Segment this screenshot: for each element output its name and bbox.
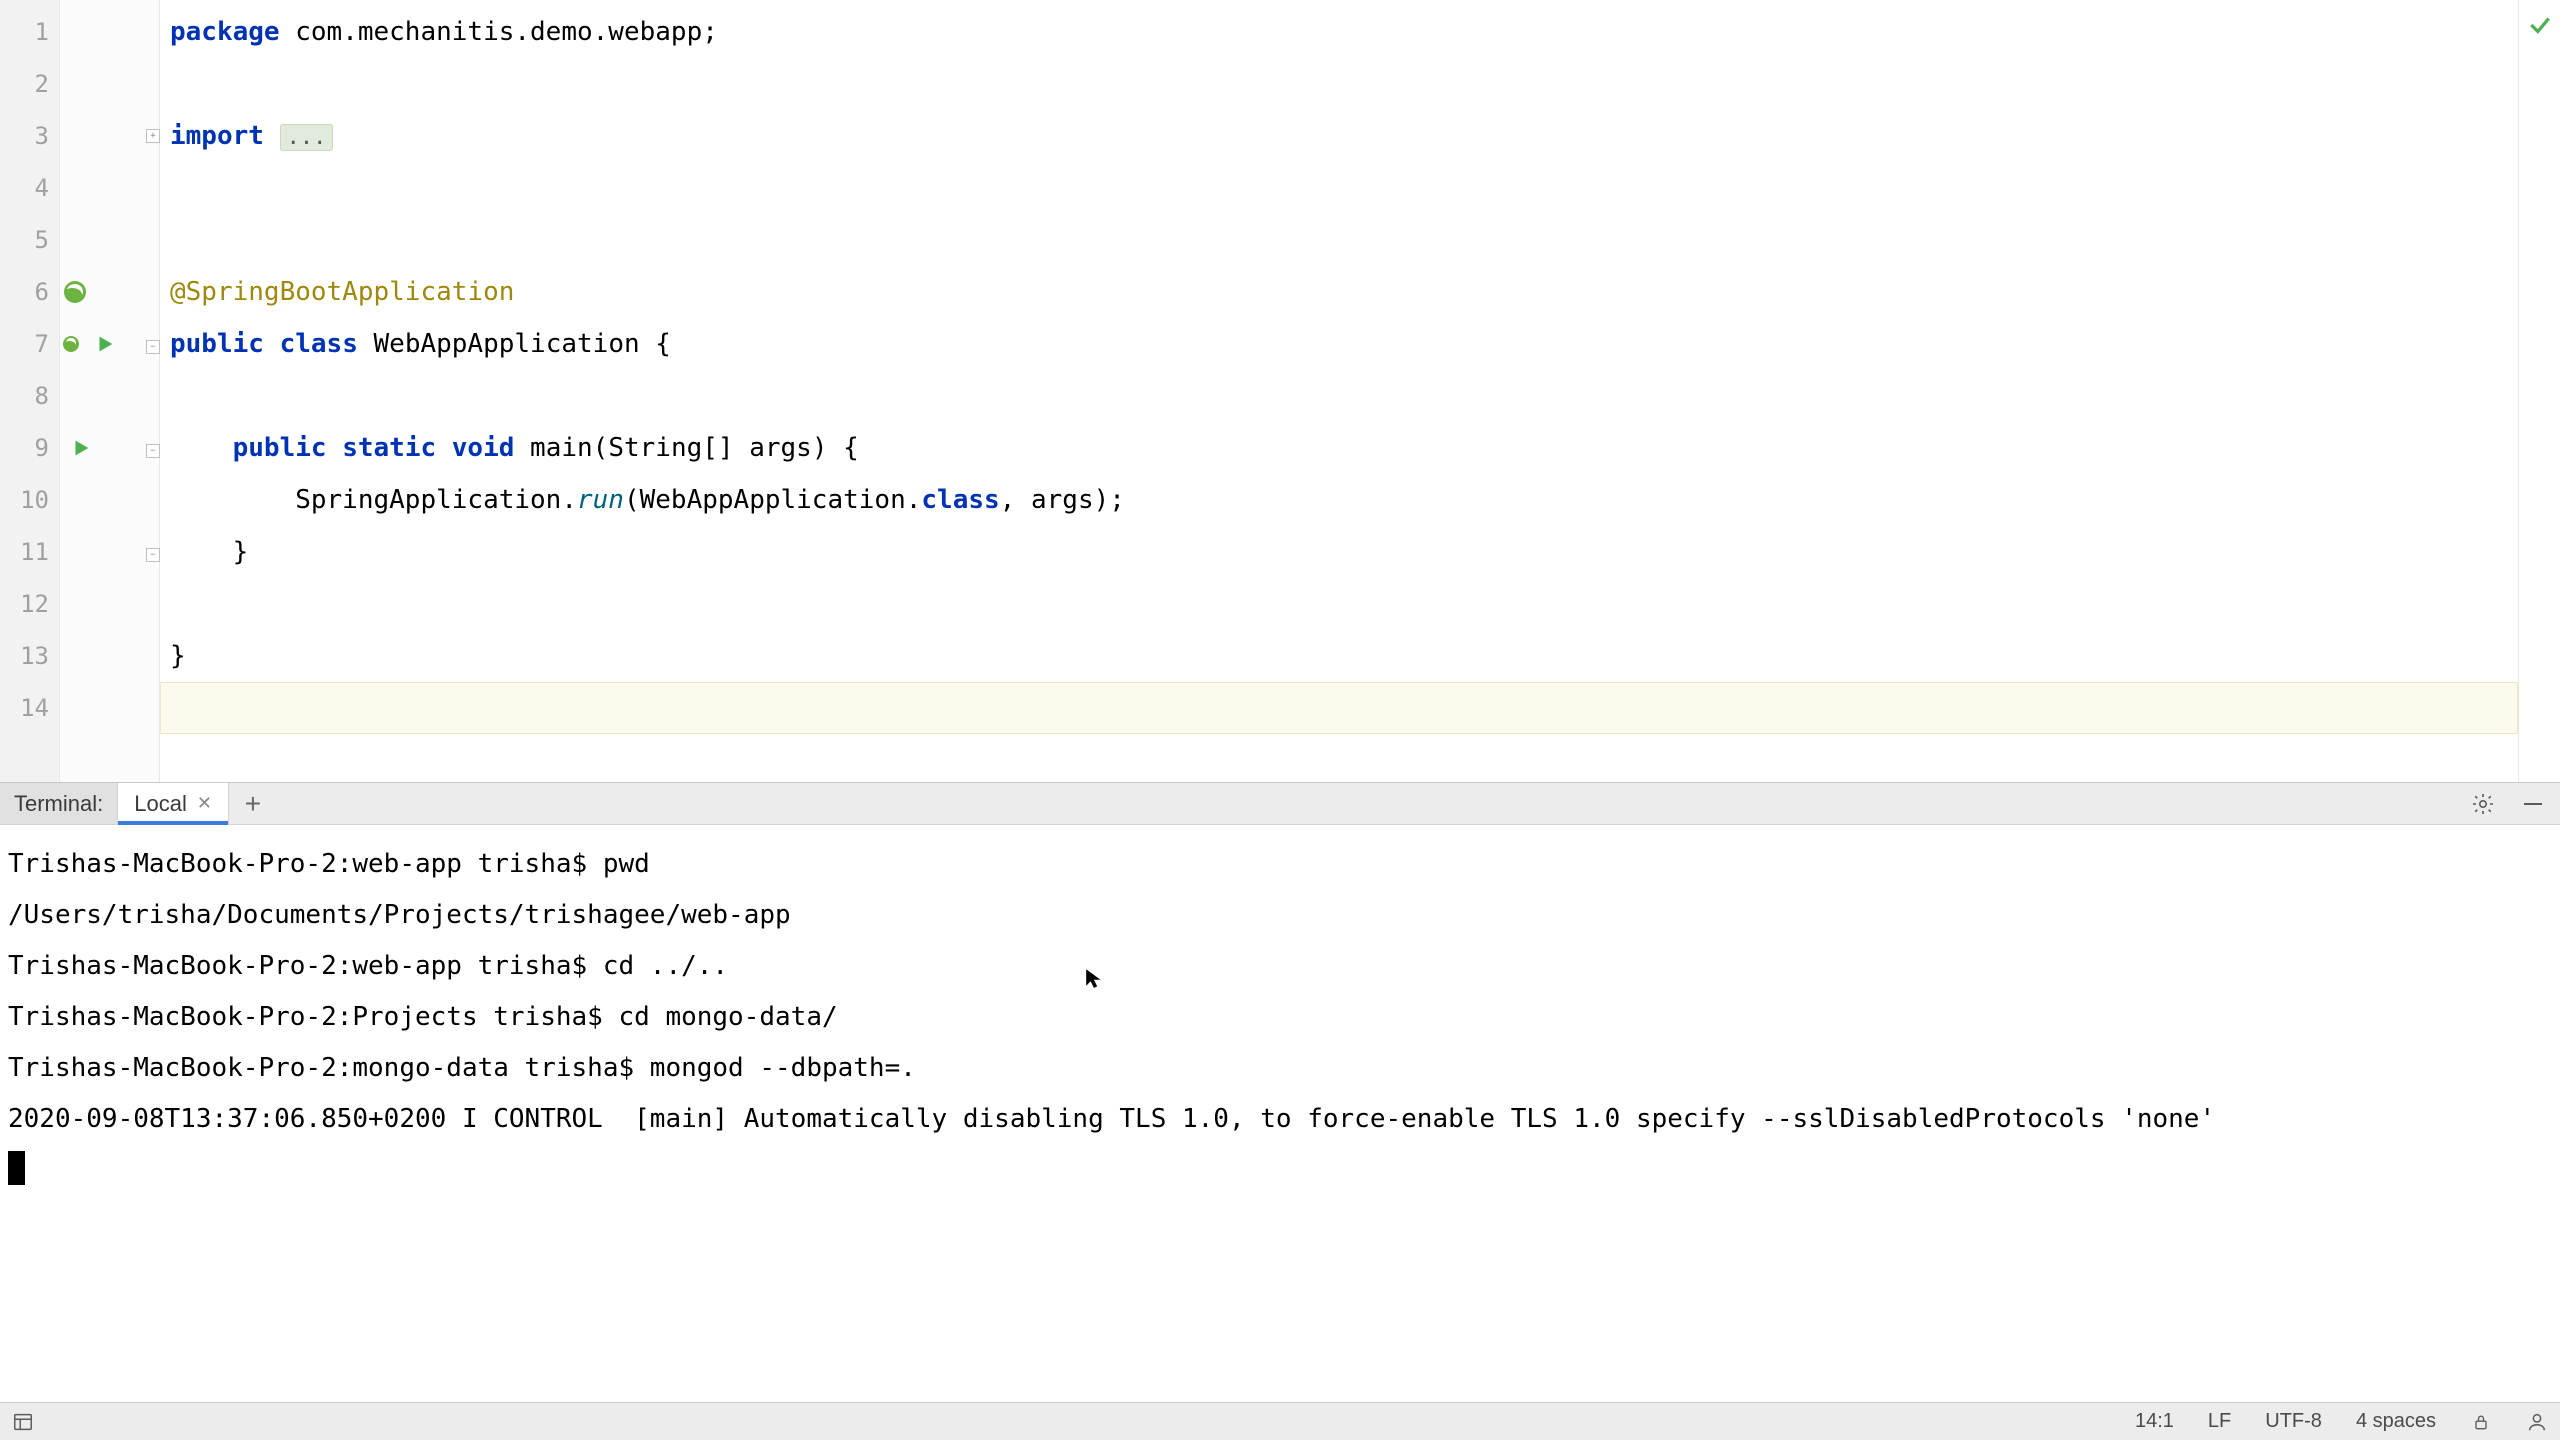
code-text-area[interactable]: package com.mechanitis.demo.webapp; impo… (160, 0, 2518, 782)
line-number[interactable]: 12 (0, 578, 59, 630)
editor-line-numbers: 1 2 3 4 5 6 7 8 9 10 11 12 13 14 (0, 0, 60, 782)
code-editor[interactable]: 1 2 3 4 5 6 7 8 9 10 11 12 13 14 + (0, 0, 2560, 782)
code-line-current[interactable] (160, 682, 2518, 734)
code-line[interactable] (160, 578, 2518, 630)
line-number[interactable]: 3 (0, 110, 59, 162)
status-indent[interactable]: 4 spaces (2356, 1410, 2436, 1433)
terminal-output[interactable]: Trishas-MacBook-Pro-2:web-app trisha$ pw… (0, 825, 2560, 1402)
terminal-tab-local[interactable]: Local ✕ (118, 783, 229, 824)
line-number[interactable]: 4 (0, 162, 59, 214)
spring-run-icon[interactable] (60, 329, 90, 359)
line-number[interactable]: 5 (0, 214, 59, 266)
code-line[interactable]: SpringApplication.run(WebAppApplication.… (160, 474, 2518, 526)
editor-gutter: + − − − (60, 0, 160, 782)
line-number[interactable]: 1 (0, 6, 59, 58)
code-line[interactable] (160, 370, 2518, 422)
lock-icon[interactable] (2470, 1411, 2492, 1433)
code-line[interactable] (160, 214, 2518, 266)
folded-imports[interactable]: ... (280, 124, 334, 151)
tool-windows-icon[interactable] (12, 1411, 34, 1433)
line-number[interactable]: 8 (0, 370, 59, 422)
terminal-panel: Terminal: Local ✕ + Trishas-MacBook-Pro-… (0, 782, 2560, 1402)
terminal-tab-label: Local (134, 791, 187, 817)
run-gutter-icon[interactable] (66, 433, 96, 463)
status-line-separator[interactable]: LF (2208, 1410, 2231, 1433)
terminal-title: Terminal: (0, 783, 118, 824)
code-line[interactable]: } (160, 630, 2518, 682)
spring-bean-icon[interactable] (60, 277, 90, 307)
close-icon[interactable]: ✕ (197, 793, 212, 814)
line-number[interactable]: 6 (0, 266, 59, 318)
code-line[interactable]: public static void main(String[] args) { (160, 422, 2518, 474)
gear-icon[interactable] (2470, 791, 2496, 817)
line-number[interactable]: 9 (0, 422, 59, 474)
line-number[interactable]: 10 (0, 474, 59, 526)
status-caret-position[interactable]: 14:1 (2135, 1410, 2174, 1433)
code-line[interactable]: package com.mechanitis.demo.webapp; (160, 6, 2518, 58)
code-line[interactable]: import ... (160, 110, 2518, 162)
fold-collapse-icon[interactable]: − (146, 548, 160, 562)
code-line[interactable]: public class WebAppApplication { (160, 318, 2518, 370)
add-terminal-tab-button[interactable]: + (229, 783, 277, 824)
minimize-icon[interactable] (2520, 791, 2546, 817)
line-number[interactable]: 7 (0, 318, 59, 370)
fold-collapse-icon[interactable]: − (146, 340, 160, 354)
inspection-ok-icon[interactable] (2527, 12, 2553, 38)
inspection-profile-icon[interactable] (2526, 1411, 2548, 1433)
fold-collapse-icon[interactable]: − (146, 444, 160, 458)
line-number[interactable]: 11 (0, 526, 59, 578)
terminal-tools (2470, 783, 2560, 824)
line-number[interactable]: 13 (0, 630, 59, 682)
fold-expand-icon[interactable]: + (146, 129, 160, 143)
code-line[interactable] (160, 162, 2518, 214)
run-gutter-icon[interactable] (90, 329, 120, 359)
editor-marker-strip[interactable] (2518, 0, 2560, 782)
terminal-cursor (8, 1151, 25, 1185)
mouse-cursor-icon (1084, 967, 1106, 989)
code-line[interactable] (160, 58, 2518, 110)
line-number[interactable]: 2 (0, 58, 59, 110)
status-encoding[interactable]: UTF-8 (2265, 1410, 2322, 1433)
code-line[interactable]: @SpringBootApplication (160, 266, 2518, 318)
status-bar: 14:1 LF UTF-8 4 spaces (0, 1402, 2560, 1440)
line-number[interactable]: 14 (0, 682, 59, 734)
code-line[interactable]: } (160, 526, 2518, 578)
terminal-tabs-bar: Terminal: Local ✕ + (0, 783, 2560, 825)
